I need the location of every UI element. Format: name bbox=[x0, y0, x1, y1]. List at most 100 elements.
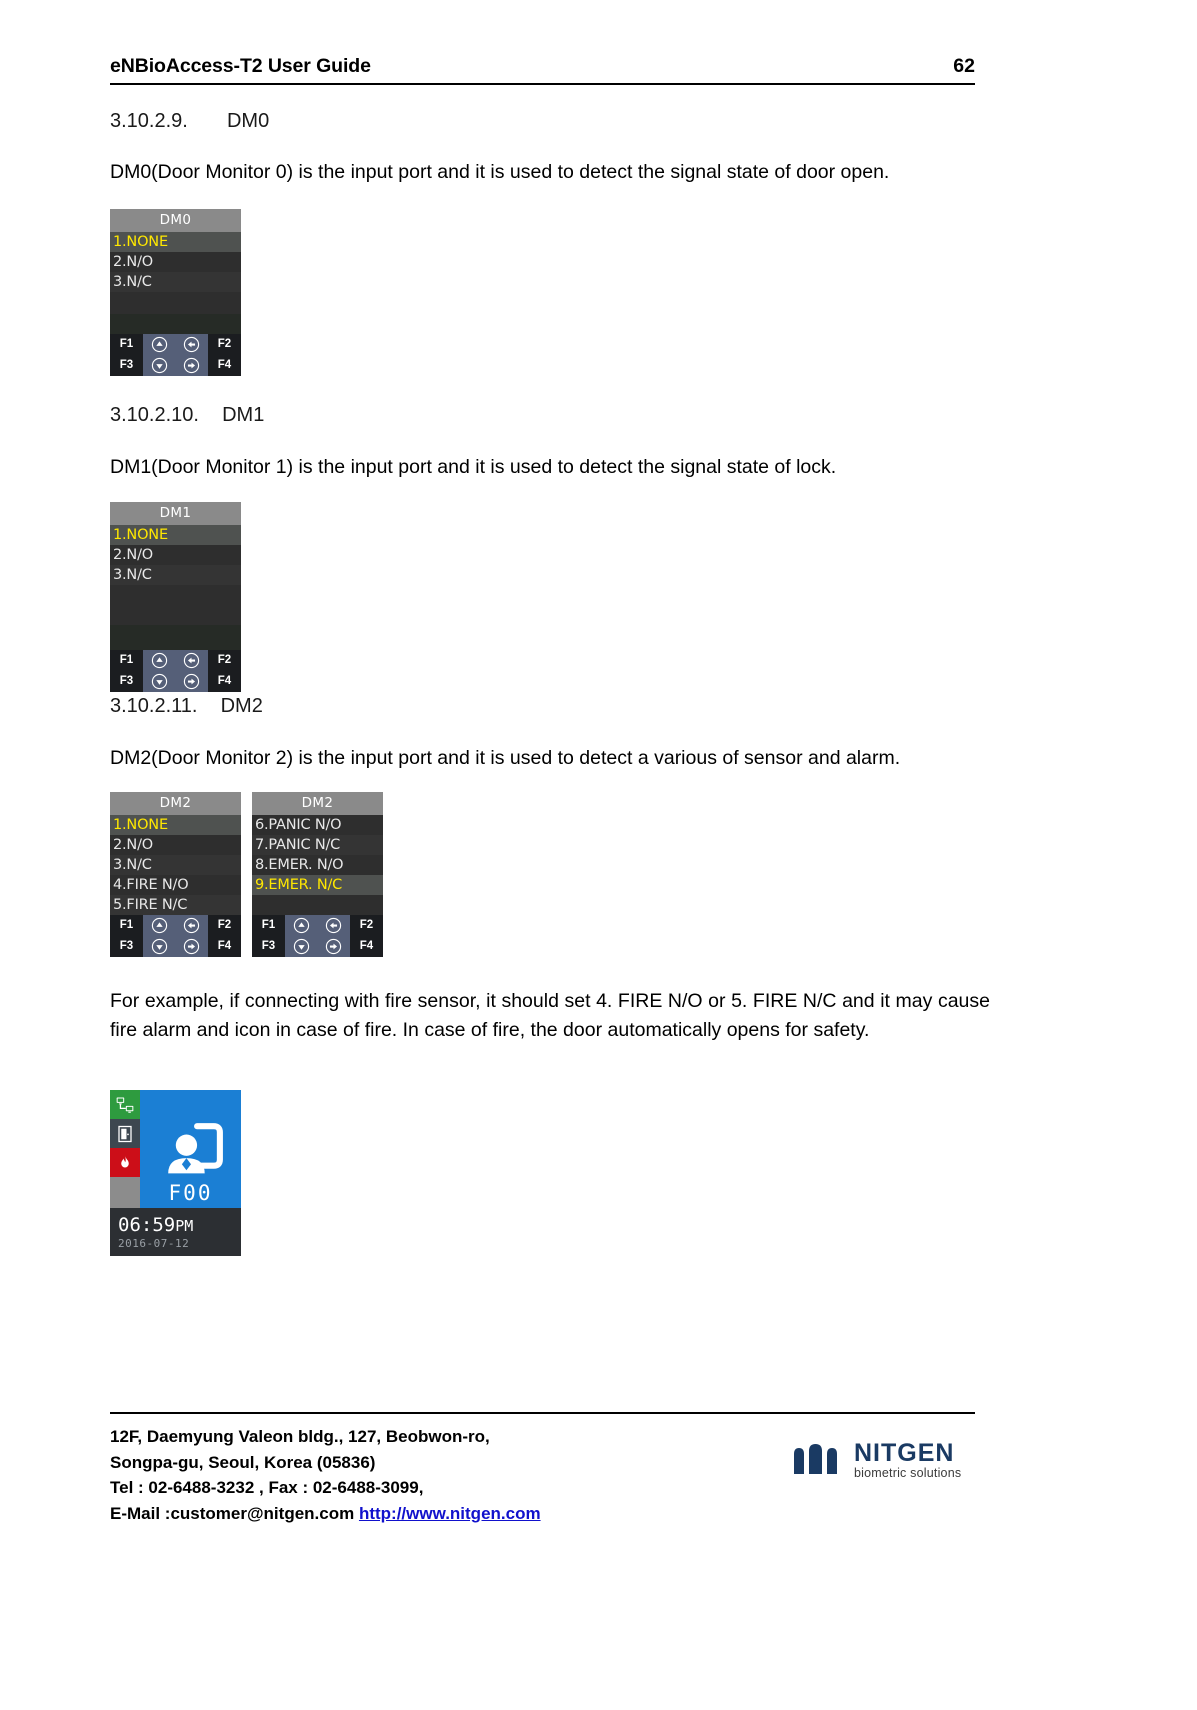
arrow-back-circle-icon[interactable] bbox=[175, 915, 208, 936]
lcd-empty-area bbox=[110, 585, 241, 625]
f2-key[interactable]: F2 bbox=[350, 915, 383, 936]
nitgen-logo-text: NITGEN biometric solutions bbox=[854, 1440, 961, 1480]
lcd-menu-item[interactable]: 3.N/C bbox=[110, 855, 241, 875]
footer-website-link[interactable]: http://www.nitgen.com bbox=[359, 1504, 541, 1523]
section-number: 3.10.2.9. bbox=[110, 110, 188, 132]
function-key-bar: F1 F2 F3 F4 bbox=[252, 915, 383, 957]
nitgen-logo: NITGEN biometric solutions bbox=[790, 1440, 985, 1480]
arrow-forward-circle-icon[interactable] bbox=[175, 671, 208, 692]
arrow-forward-circle-icon[interactable] bbox=[317, 936, 350, 957]
function-key-row-top: F1 F2 bbox=[110, 915, 241, 936]
nitgen-logo-mark bbox=[794, 1444, 837, 1474]
f3-key[interactable]: F3 bbox=[110, 355, 143, 376]
home-mode-label: F00 bbox=[168, 1181, 213, 1205]
lcd-menu-item[interactable]: 5.FIRE N/C bbox=[110, 895, 241, 915]
home-date: 2016-07-12 bbox=[118, 1236, 190, 1250]
arrow-forward-circle-icon[interactable] bbox=[175, 355, 208, 376]
lcd-menu-item[interactable]: 6.PANIC N/O bbox=[252, 815, 383, 835]
lcd-spacer bbox=[110, 625, 241, 650]
lcd-menu-item[interactable]: 1.NONE bbox=[110, 232, 241, 252]
lcd-menu-item[interactable]: 2.N/O bbox=[110, 835, 241, 855]
lcd-menu-item[interactable]: 3.N/C bbox=[110, 272, 241, 292]
footer-address-line-2: Songpa-gu, Seoul, Korea (05836) bbox=[110, 1452, 376, 1472]
footer-email-text: E-Mail :customer@nitgen.com bbox=[110, 1503, 359, 1523]
f2-key[interactable]: F2 bbox=[208, 915, 241, 936]
f2-key[interactable]: F2 bbox=[208, 334, 241, 355]
home-time-ampm: PM bbox=[175, 1216, 194, 1235]
lcd-menu-list-dm0: 1.NONE 2.N/O 3.N/C bbox=[110, 232, 241, 334]
f3-key[interactable]: F3 bbox=[110, 936, 143, 957]
lcd-screen-dm0: DM0 1.NONE 2.N/O 3.N/C F1 F2 F3 F4 bbox=[110, 209, 241, 376]
arrow-back-circle-icon[interactable] bbox=[175, 334, 208, 355]
lcd-menu-item[interactable]: 1.NONE bbox=[110, 525, 241, 545]
section-heading-dm2: 3.10.2.11. DM2 bbox=[110, 695, 263, 718]
lcd-menu-item[interactable]: 1.NONE bbox=[110, 815, 241, 835]
arrow-down-circle-icon[interactable] bbox=[285, 936, 318, 957]
function-key-row-bottom: F3 F4 bbox=[110, 671, 241, 692]
logo-tagline: biometric solutions bbox=[854, 1466, 962, 1480]
section-heading-dm0: 3.10.2.9. DM0 bbox=[110, 110, 269, 133]
lcd-menu-item[interactable]: 3.N/C bbox=[110, 565, 241, 585]
f2-key[interactable]: F2 bbox=[208, 650, 241, 671]
lcd-menu-item[interactable]: 4.FIRE N/O bbox=[110, 875, 241, 895]
page-header: eNBioAccess-T2 User Guide 62 bbox=[110, 55, 975, 85]
section-heading-dm1: 3.10.2.10. DM1 bbox=[110, 404, 264, 427]
lcd-menu-item[interactable]: 7.PANIC N/C bbox=[252, 835, 383, 855]
header-page-number: 62 bbox=[953, 55, 975, 77]
function-key-bar: F1 F2 F3 F4 bbox=[110, 915, 241, 957]
arrow-up-circle-icon[interactable] bbox=[285, 915, 318, 936]
arrow-down-circle-icon[interactable] bbox=[143, 355, 176, 376]
lcd-menu-item[interactable]: 2.N/O bbox=[110, 252, 241, 272]
function-key-bar: F1 F2 F3 F4 bbox=[110, 334, 241, 376]
f1-key[interactable]: F1 bbox=[110, 915, 143, 936]
lcd-screen-dm2-left: DM2 1.NONE 2.N/O 3.N/C 4.FIRE N/O 5.FIRE… bbox=[110, 792, 241, 957]
f3-key[interactable]: F3 bbox=[252, 936, 285, 957]
f4-key[interactable]: F4 bbox=[350, 936, 383, 957]
section-label: DM0 bbox=[226, 110, 270, 132]
arrow-back-circle-icon[interactable] bbox=[317, 915, 350, 936]
paragraph-dm1: DM1(Door Monitor 1) is the input port an… bbox=[110, 456, 837, 478]
arrow-down-circle-icon[interactable] bbox=[143, 671, 176, 692]
lcd-empty-area bbox=[110, 292, 241, 314]
lcd-menu-item[interactable]: 2.N/O bbox=[110, 545, 241, 565]
lcd-menu-list-dm2-right: 6.PANIC N/O 7.PANIC N/C 8.EMER. N/O 9.EM… bbox=[252, 815, 383, 915]
arrow-up-circle-icon[interactable] bbox=[143, 334, 176, 355]
lcd-title-dm2-right: DM2 bbox=[252, 792, 383, 815]
section-label: DM2 bbox=[220, 695, 263, 717]
lcd-empty-area bbox=[252, 895, 383, 915]
f1-key[interactable]: F1 bbox=[110, 650, 143, 671]
f4-key[interactable]: F4 bbox=[208, 671, 241, 692]
lcd-title-dm0: DM0 bbox=[110, 209, 241, 232]
function-key-row-top: F1 F2 bbox=[252, 915, 383, 936]
function-key-row-bottom: F3 F4 bbox=[110, 355, 241, 376]
f1-key[interactable]: F1 bbox=[252, 915, 285, 936]
lcd-menu-item[interactable]: 9.EMER. N/C bbox=[252, 875, 383, 895]
arrow-back-circle-icon[interactable] bbox=[175, 650, 208, 671]
user-access-icon bbox=[167, 1123, 223, 1174]
arrow-up-circle-icon[interactable] bbox=[143, 650, 176, 671]
lcd-menu-list-dm2-left: 1.NONE 2.N/O 3.N/C 4.FIRE N/O 5.FIRE N/C bbox=[110, 815, 241, 915]
paragraph-fire-example: For example, if connecting with fire sen… bbox=[110, 990, 990, 1041]
paragraph-dm0: DM0(Door Monitor 0) is the input port an… bbox=[110, 161, 890, 183]
section-number: 3.10.2.11. bbox=[110, 695, 198, 717]
arrow-up-circle-icon[interactable] bbox=[143, 915, 176, 936]
f4-key[interactable]: F4 bbox=[208, 355, 241, 376]
fire-alarm-icon bbox=[110, 1148, 140, 1177]
footer-contact-block: 12F, Daemyung Valeon bldg., 127, Beobwon… bbox=[110, 1424, 710, 1526]
arrow-forward-circle-icon[interactable] bbox=[175, 936, 208, 957]
lcd-menu-list-dm1: 1.NONE 2.N/O 3.N/C bbox=[110, 525, 241, 650]
arrow-down-circle-icon[interactable] bbox=[143, 936, 176, 957]
f4-key[interactable]: F4 bbox=[208, 936, 241, 957]
door-icon bbox=[110, 1119, 140, 1148]
home-status-sidebar bbox=[110, 1090, 140, 1208]
f1-key[interactable]: F1 bbox=[110, 334, 143, 355]
lcd-spacer bbox=[110, 314, 241, 334]
network-icon bbox=[110, 1090, 140, 1119]
function-key-row-bottom: F3 F4 bbox=[252, 936, 383, 957]
lcd-menu-item[interactable]: 8.EMER. N/O bbox=[252, 855, 383, 875]
lcd-screen-dm1: DM1 1.NONE 2.N/O 3.N/C F1 F2 F3 F4 bbox=[110, 502, 241, 692]
footer-address-line-1: 12F, Daemyung Valeon bldg., 127, Beobwon… bbox=[110, 1427, 490, 1446]
f3-key[interactable]: F3 bbox=[110, 671, 143, 692]
footer-divider bbox=[110, 1412, 975, 1414]
lcd-title-dm2-left: DM2 bbox=[110, 792, 241, 815]
